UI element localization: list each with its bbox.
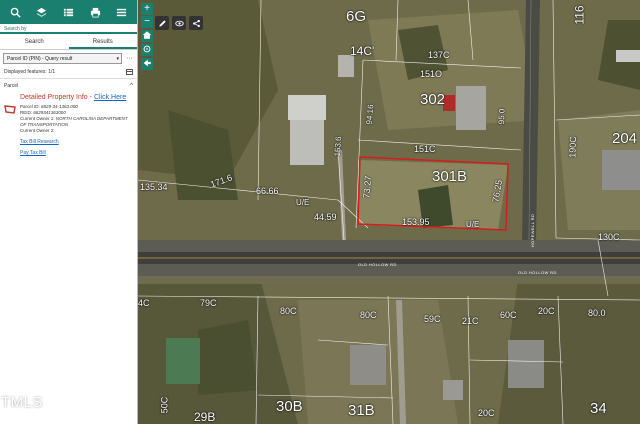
tab-search[interactable]: Search bbox=[0, 36, 69, 49]
parcel-label: 80C bbox=[280, 306, 297, 316]
parcel-label: 190C bbox=[567, 136, 579, 158]
back-button[interactable] bbox=[141, 58, 153, 70]
chevron-up-icon[interactable]: ^ bbox=[130, 83, 133, 89]
view-tool-button[interactable] bbox=[172, 16, 186, 30]
panel-tabs: Search Results bbox=[0, 36, 137, 50]
aerial-imagery bbox=[138, 0, 640, 424]
parcel-polygon-icon bbox=[4, 105, 16, 114]
parcel-label: U/E bbox=[466, 220, 480, 229]
parcel-label: 20C bbox=[538, 306, 555, 316]
owner1-row: Current Owner 1: NORTH CAROLINA DEPARTME… bbox=[20, 116, 128, 127]
parcel-label: 116 bbox=[572, 5, 587, 25]
detailed-info-link[interactable]: Click Here bbox=[94, 94, 126, 101]
parcel-label: 130C bbox=[598, 232, 620, 242]
parcel-label: 151O bbox=[420, 69, 443, 79]
table-icon[interactable] bbox=[126, 69, 133, 75]
parcel-label: 6G bbox=[346, 8, 367, 25]
locate-button[interactable] bbox=[141, 44, 153, 56]
displayed-features-label: Displayed features: 1/1 bbox=[4, 69, 56, 75]
watermark: TMLS bbox=[1, 394, 44, 411]
reid-value: 6829341363000 bbox=[33, 110, 66, 115]
road-label: HOPEWELL RD bbox=[530, 213, 536, 248]
home-button[interactable] bbox=[141, 30, 153, 42]
parcel-label: 21C bbox=[462, 316, 479, 326]
parcel-label: 302 bbox=[420, 91, 446, 108]
parcel-label: 31B bbox=[348, 402, 375, 419]
result-row: Parcel ID (PIN) - Query result ▾ ··· bbox=[0, 50, 137, 67]
parcel-label: 153.6 bbox=[332, 136, 344, 157]
parcel-label: 34 bbox=[590, 400, 607, 417]
parcel-attributes: Parcel ID: 6829-34-1363.000 REID: 682934… bbox=[20, 104, 133, 134]
parcel-label: 30B bbox=[276, 398, 303, 415]
result-select[interactable]: Parcel ID (PIN) - Query result ▾ bbox=[3, 53, 122, 64]
parcel-label: 14C' bbox=[350, 44, 375, 58]
tab-results[interactable]: Results bbox=[68, 36, 137, 49]
map-tools bbox=[155, 16, 203, 30]
parcel-section: Parcel ^ Detailed Property Info - Click … bbox=[0, 79, 137, 160]
layers-icon[interactable] bbox=[33, 4, 51, 20]
locate-icon bbox=[143, 45, 151, 53]
pencil-icon bbox=[158, 19, 166, 27]
parcel-label: 29B bbox=[194, 410, 216, 424]
parcel-label: 20C bbox=[478, 408, 495, 418]
parcel-label: 79C bbox=[200, 298, 217, 308]
zoom-out-button[interactable]: − bbox=[141, 16, 153, 28]
parcel-label: 94.16 bbox=[364, 104, 376, 125]
eye-icon bbox=[174, 20, 184, 26]
menu-icon[interactable] bbox=[113, 4, 131, 20]
pay-tax-bill-link[interactable]: Pay Tax Bill bbox=[20, 150, 133, 156]
parcel-label: 80.0 bbox=[588, 308, 606, 318]
share-tool-button[interactable] bbox=[189, 16, 203, 30]
draw-tool-button[interactable] bbox=[155, 16, 169, 30]
parcel-label: 59C bbox=[424, 314, 441, 324]
parcel-label: 135.34 bbox=[140, 182, 168, 192]
road-label: OLD HOLLOW RD bbox=[358, 262, 397, 267]
more-options-icon[interactable]: ··· bbox=[125, 55, 134, 62]
parcel-label: 80C bbox=[360, 310, 377, 320]
parcel-label: 44.59 bbox=[314, 212, 337, 222]
parcel-label: 50C bbox=[159, 396, 170, 414]
search-icon[interactable] bbox=[6, 4, 24, 20]
tax-bill-research-link[interactable]: Tax Bill Research bbox=[20, 139, 133, 145]
search-by-bar: Search by bbox=[0, 24, 137, 34]
parcel-label: 153.95 bbox=[402, 217, 430, 227]
owner2-row: Current Owner 2: bbox=[20, 128, 55, 133]
search-by-label: Search by bbox=[4, 26, 27, 32]
parcel-label: 4C bbox=[138, 298, 150, 308]
print-icon[interactable] bbox=[86, 4, 104, 20]
parcel-label: 137C bbox=[428, 50, 450, 60]
parcel-label: U/E bbox=[296, 198, 310, 207]
parcel-header[interactable]: Parcel ^ bbox=[4, 83, 133, 89]
zoom-in-button[interactable]: + bbox=[141, 3, 153, 15]
result-select-value: Parcel ID (PIN) - Query result bbox=[7, 56, 73, 62]
share-icon bbox=[192, 19, 200, 27]
parcel-label: 151C bbox=[414, 144, 436, 154]
road-label: OLD HOLLOW RD bbox=[518, 270, 557, 275]
parcel-title-text: Detailed Property Info - bbox=[20, 94, 94, 101]
home-icon bbox=[142, 31, 152, 39]
parcel-label: 204 bbox=[612, 130, 638, 147]
parcel-body: Parcel ID: 6829-34-1363.000 REID: 682934… bbox=[4, 104, 133, 134]
parcel-label-selected: 301B bbox=[432, 168, 468, 185]
arrow-left-icon bbox=[143, 59, 151, 67]
parcel-label: 73.27 bbox=[361, 175, 374, 199]
parcel-label: 60C bbox=[500, 310, 517, 320]
parcel-label: 95.0 bbox=[497, 108, 507, 125]
panel-toolbar bbox=[0, 0, 137, 24]
parcel-id-value: 6829-34-1363.000 bbox=[41, 104, 78, 109]
list-icon[interactable] bbox=[59, 4, 77, 20]
chevron-down-icon: ▾ bbox=[116, 56, 119, 62]
parcel-section-label: Parcel bbox=[4, 83, 19, 89]
parcel-title: Detailed Property Info - Click Here bbox=[20, 94, 133, 101]
aerial-map[interactable]: + − 6G 116 14C' 137C 151O 302 94.16 95.0… bbox=[138, 0, 640, 424]
side-panel: Search by Search Results Parcel ID (PIN)… bbox=[0, 0, 138, 424]
displayed-features-row: Displayed features: 1/1 bbox=[0, 67, 137, 79]
parcel-label: 66.66 bbox=[256, 186, 279, 196]
